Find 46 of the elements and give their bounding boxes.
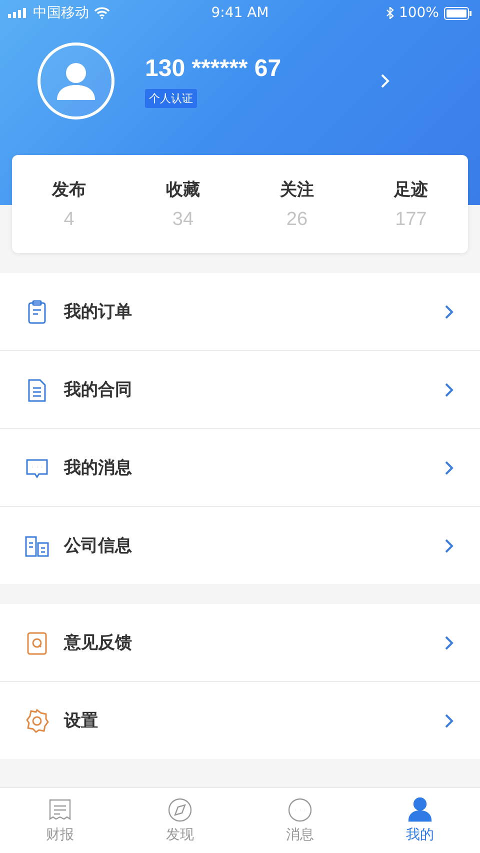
menu-item[interactable]: 公司信息 [0,507,480,584]
chevron-right-icon [444,712,454,728]
tab[interactable]: 我的 [360,788,480,853]
phone-number: 130 ****** 67 [145,54,282,82]
tab-label: 消息 [286,826,314,844]
menu-label: 意见反馈 [64,632,132,654]
tab-label: 发现 [166,826,194,844]
menu-item[interactable]: 我的消息 [0,429,480,507]
carrier-name: 中国移动 [33,4,89,22]
compass-icon [167,797,193,823]
menu-label: 公司信息 [64,535,132,557]
menu-label: 我的合同 [64,379,132,401]
chevron-right-icon [444,634,454,650]
chevron-right-icon[interactable] [380,73,390,89]
chevron-right-icon [444,460,454,476]
menu-label: 设置 [64,710,98,732]
menu-label: 我的消息 [64,457,132,479]
stat-value: 177 [395,208,427,230]
menu-item[interactable]: 我的订单 [0,273,480,351]
stat-label[interactable]: 关注 [280,178,314,200]
verification-badge: 个人认证 [145,88,197,108]
menu-item[interactable]: 我的合同 [0,351,480,429]
status-time: 9:41 AM [211,5,269,21]
menu-item[interactable]: 意见反馈 [0,604,480,682]
stat-label[interactable]: 发布 [52,178,86,200]
signal-icon [8,8,28,18]
stat-label[interactable]: 收藏 [166,178,200,200]
person-icon [407,797,433,823]
wifi-icon [94,7,110,19]
menu-label: 我的订单 [64,301,132,323]
chevron-right-icon [444,382,454,398]
avatar-icon[interactable] [37,42,115,120]
tab-label: 我的 [406,826,434,844]
receipt-icon [47,797,73,823]
tab-label: 财报 [46,826,74,844]
stat-value: 4 [64,208,74,230]
stat-value: 26 [286,208,308,230]
chat-icon [287,797,313,823]
battery-icon [444,6,472,20]
menu-item[interactable]: 设置 [0,682,480,759]
bluetooth-icon [386,7,394,19]
chevron-right-icon [444,304,454,320]
chevron-right-icon [444,538,454,554]
battery-percent: 100% [398,5,439,21]
stat-label[interactable]: 足迹 [394,178,428,200]
stat-value: 34 [172,208,194,230]
